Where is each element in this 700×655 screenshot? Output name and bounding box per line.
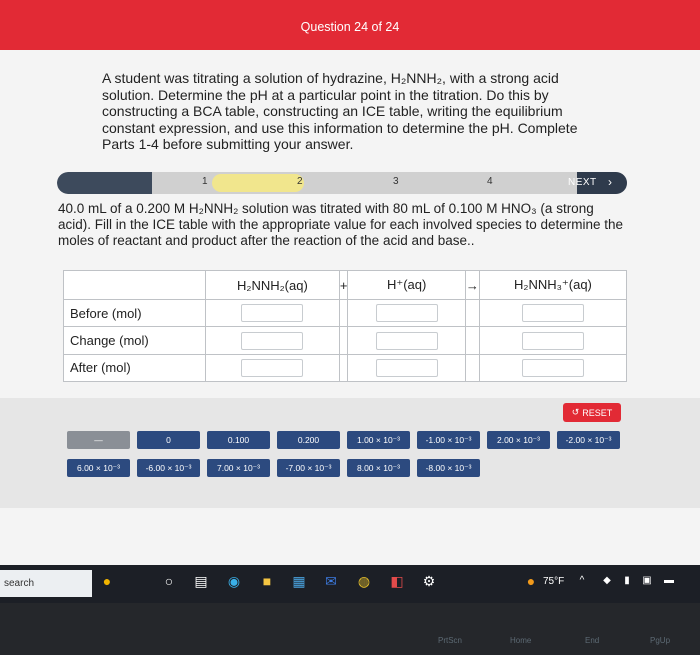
species-header-hydrazine: H₂NNH₂(aq): [205, 269, 340, 301]
table-corner: [63, 269, 206, 301]
next-button[interactable]: NEXT: [568, 177, 597, 188]
part-question: 40.0 mL of a 0.200 M H₂NNH₂ solution was…: [58, 201, 624, 248]
answer-tile[interactable]: 0: [137, 431, 200, 449]
drop-target-change-hydrazinium[interactable]: [521, 331, 584, 350]
progress-step-3[interactable]: 3: [393, 176, 399, 187]
key-pgup: PgUp: [650, 636, 671, 645]
answer-tile[interactable]: -7.00 × 10⁻³: [277, 459, 340, 477]
drop-target-after-hplus[interactable]: [375, 358, 438, 377]
file-explorer-icon[interactable]: ▤: [192, 572, 210, 590]
edge-browser-icon[interactable]: ◉: [225, 572, 243, 590]
part-progress-bar: 1 2 3 4: [57, 172, 627, 194]
volume-icon[interactable]: ▬: [660, 572, 678, 590]
app-screen: Question 24 of 24 A student was titratin…: [0, 0, 700, 565]
row-label-after: After (mol): [63, 353, 206, 383]
weather-temperature[interactable]: 75°F: [543, 576, 564, 587]
undo-icon: ↺: [571, 407, 580, 417]
folder-icon[interactable]: ■: [258, 572, 276, 590]
task-view-icon[interactable]: ○: [160, 572, 178, 590]
answer-tile[interactable]: 8.00 × 10⁻³: [347, 459, 410, 477]
drop-target-change-hplus[interactable]: [375, 331, 438, 350]
progress-step-2[interactable]: 2: [297, 176, 303, 187]
progress-step-4[interactable]: 4: [487, 176, 493, 187]
network-icon[interactable]: ◆: [598, 572, 616, 590]
progress-complete-segment: [57, 172, 152, 194]
table-row: Change (mol): [63, 326, 628, 355]
plus-operator: +: [338, 269, 349, 301]
store-icon[interactable]: ▦: [290, 572, 308, 590]
answer-tile[interactable]: 6.00 × 10⁻³: [67, 459, 130, 477]
species-header-hplus: H⁺(aq): [347, 269, 466, 301]
question-header: Question 24 of 24: [0, 0, 700, 50]
weather-icon: ●: [526, 573, 536, 589]
display-icon[interactable]: ▣: [638, 572, 656, 590]
chevron-up-icon[interactable]: ^: [573, 572, 591, 590]
widgets-icon[interactable]: ●: [98, 572, 116, 590]
drop-target-before-hydrazine[interactable]: [241, 304, 304, 323]
drop-target-before-hplus[interactable]: [375, 304, 438, 323]
question-counter: Question 24 of 24: [300, 20, 400, 34]
reset-label: RESET: [582, 407, 613, 418]
table-row: Before (mol): [63, 299, 628, 328]
key-prtscn: PrtScn: [438, 636, 463, 645]
answer-tile[interactable]: 0.200: [277, 431, 340, 449]
row-label-before: Before (mol): [63, 299, 206, 328]
drop-target-before-hydrazinium[interactable]: [521, 304, 584, 323]
key-home: Home: [510, 636, 532, 645]
table-row: After (mol): [63, 353, 628, 383]
reset-button[interactable]: ↺ RESET: [563, 403, 621, 422]
laptop-keyboard: [0, 603, 700, 655]
answer-tile[interactable]: -1.00 × 10⁻³: [417, 431, 480, 449]
drop-target-after-hydrazinium[interactable]: [521, 358, 584, 377]
answer-tile[interactable]: -8.00 × 10⁻³: [417, 459, 480, 477]
settings-gear-icon[interactable]: ⚙: [420, 572, 438, 590]
answer-tile[interactable]: 7.00 × 10⁻³: [207, 459, 270, 477]
drop-target-change-hydrazine[interactable]: [241, 331, 304, 350]
row-label-change: Change (mol): [63, 326, 206, 355]
progress-active-step-highlight: [212, 174, 304, 192]
bca-table: H₂NNH₂(aq) + H⁺(aq) → H₂NNH₃⁺(aq) Before…: [63, 269, 628, 383]
progress-step-1[interactable]: 1: [202, 176, 208, 187]
answer-tile-dash[interactable]: —: [67, 431, 130, 449]
problem-prompt: A student was titrating a solution of hy…: [102, 70, 578, 152]
key-end: End: [585, 636, 600, 645]
reaction-arrow: →: [464, 269, 480, 301]
office-icon[interactable]: ◧: [388, 572, 406, 590]
battery-icon: ▮: [624, 575, 630, 586]
answer-tile[interactable]: 0.100: [207, 431, 270, 449]
answer-tile[interactable]: -6.00 × 10⁻³: [137, 459, 200, 477]
mail-icon[interactable]: ✉: [322, 572, 340, 590]
taskbar-search-label: search: [4, 578, 35, 589]
species-header-hydrazinium: H₂NNH₃⁺(aq): [478, 269, 628, 301]
answer-tile[interactable]: 1.00 × 10⁻³: [347, 431, 410, 449]
drop-target-after-hydrazine[interactable]: [241, 358, 304, 377]
answer-tile[interactable]: -2.00 × 10⁻³: [557, 431, 620, 449]
table-header-row: H₂NNH₂(aq) + H⁺(aq) → H₂NNH₃⁺(aq): [63, 269, 628, 301]
chrome-icon[interactable]: ◍: [355, 572, 373, 590]
answer-tile[interactable]: 2.00 × 10⁻³: [487, 431, 550, 449]
chevron-right-icon[interactable]: ›: [608, 175, 612, 189]
